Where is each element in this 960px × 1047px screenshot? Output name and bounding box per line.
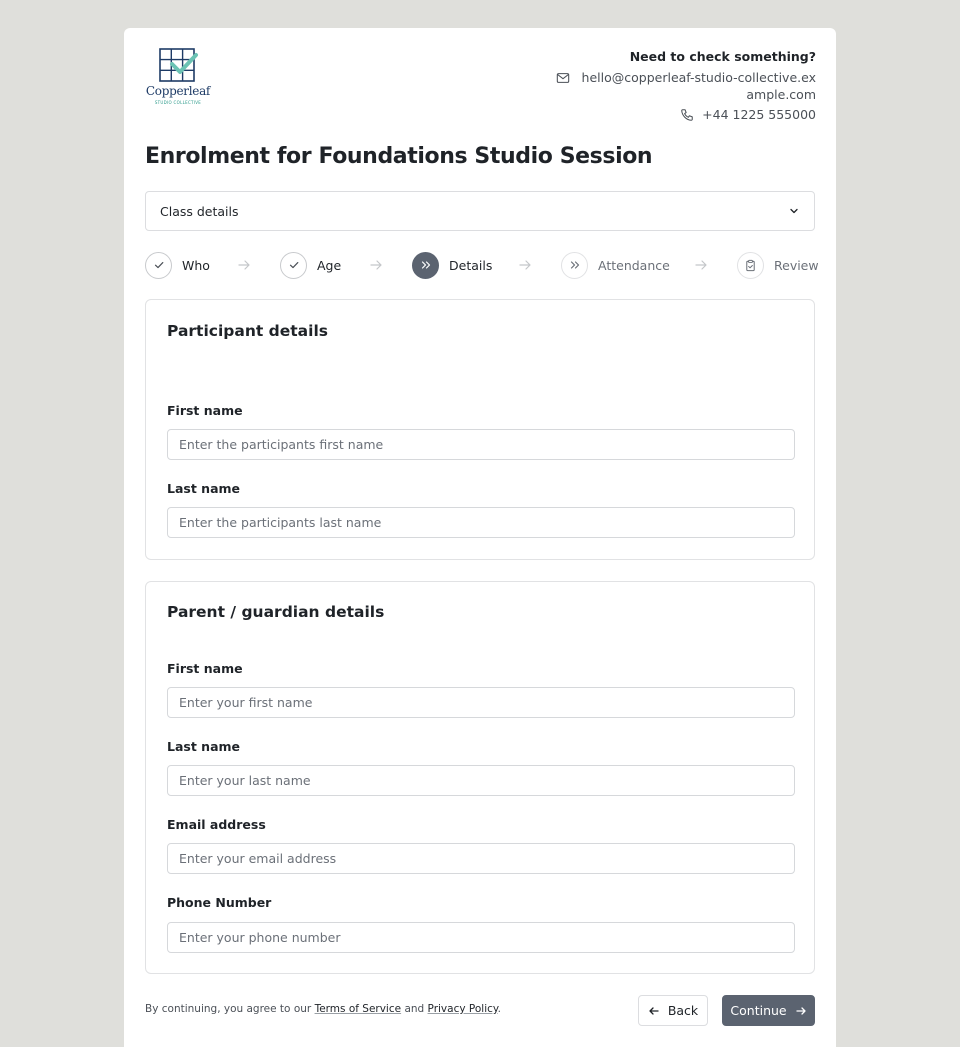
guardian-last-name-label: Last name (167, 739, 241, 754)
participant-details-section: Participant details First name Last name (145, 299, 815, 560)
terms-notice: By continuing, you agree to our Terms of… (145, 1003, 501, 1015)
mail-icon (556, 73, 570, 83)
step-who[interactable]: Who (145, 251, 210, 279)
guardian-first-name-input[interactable] (167, 687, 795, 718)
brand-tagline: STUDIO COLLECTIVE (154, 100, 202, 105)
step-age-indicator (280, 251, 307, 279)
guardian-phone-label: Phone Number (167, 895, 272, 910)
arrow-right-icon (695, 260, 707, 270)
contact-block: Need to check something? hello@copperlea… (536, 48, 816, 123)
guardian-email-label: Email address (167, 817, 266, 832)
terms-notice-prefix: By continuing, you agree to our (145, 1003, 312, 1015)
check-icon (289, 262, 298, 269)
back-button[interactable]: Back (638, 995, 708, 1026)
phone-icon (681, 109, 693, 121)
back-button-label: Back (667, 1003, 699, 1018)
terms-of-service-link[interactable]: Terms of Service (315, 1003, 402, 1015)
participant-first-name-input[interactable] (167, 429, 795, 460)
step-details-label: Details (449, 257, 493, 273)
chevron-down-icon (790, 208, 798, 214)
continue-button-label: Continue (730, 1003, 787, 1018)
contact-phone-row[interactable]: +44 1225 555000 (536, 106, 816, 123)
step-age[interactable]: Age (280, 251, 341, 279)
contact-phone-link[interactable]: +44 1225 555000 (702, 106, 816, 123)
page-title: Enrolment for Foundations Studio Session (145, 144, 653, 169)
guardian-email-input[interactable] (167, 843, 795, 874)
contact-email-link[interactable]: hello@copperleaf-studio-collective.examp… (578, 69, 816, 103)
terms-notice-suffix: . (497, 1003, 501, 1015)
arrow-right-icon (795, 1006, 806, 1015)
step-attendance-indicator (561, 251, 588, 279)
continue-button[interactable]: Continue (722, 995, 815, 1026)
class-details-accordion[interactable]: Class details (145, 191, 815, 231)
check-icon (154, 262, 163, 269)
step-attendance[interactable]: Attendance (561, 251, 670, 279)
participant-section-title: Participant details (167, 322, 328, 340)
step-age-label: Age (317, 257, 342, 273)
participant-last-name-label: Last name (167, 481, 241, 496)
terms-notice-and: and (404, 1003, 425, 1015)
step-review-label: Review (774, 257, 819, 273)
arrow-left-icon (649, 1006, 659, 1015)
enrolment-card: Copperleaf STUDIO COLLECTIVE Need to che… (124, 28, 836, 1047)
step-who-indicator (145, 251, 172, 279)
arrow-right-icon (238, 260, 250, 270)
participant-first-name-label: First name (167, 403, 243, 418)
accordion-label: Class details (160, 203, 239, 219)
guardian-first-name-label: First name (167, 661, 243, 676)
step-who-label: Who (182, 257, 210, 273)
guardian-details-section: Parent / guardian details First name Las… (145, 581, 815, 974)
contact-heading: Need to check something? (629, 49, 816, 64)
privacy-policy-link[interactable]: Privacy Policy (428, 1003, 498, 1015)
brand-wordmark: Copperleaf (145, 84, 211, 98)
step-details[interactable]: Details (412, 251, 492, 279)
progress-stepper: Who Age Details Attendance Review (145, 251, 819, 279)
step-attendance-label: Attendance (598, 257, 670, 273)
arrow-right-icon (370, 260, 382, 270)
step-review[interactable]: Review (737, 251, 819, 279)
step-details-indicator (412, 251, 439, 279)
contact-email-row[interactable]: hello@copperleaf-studio-collective.examp… (536, 69, 816, 103)
chevrons-right-icon (570, 261, 579, 269)
participant-last-name-input[interactable] (167, 507, 795, 538)
chevrons-right-icon (421, 261, 430, 269)
guardian-phone-input[interactable] (167, 922, 795, 953)
guardian-last-name-input[interactable] (167, 765, 795, 796)
guardian-section-title: Parent / guardian details (167, 603, 385, 621)
step-review-indicator (737, 251, 764, 279)
arrow-right-icon (519, 260, 531, 270)
clipboard-check-icon (746, 259, 755, 271)
